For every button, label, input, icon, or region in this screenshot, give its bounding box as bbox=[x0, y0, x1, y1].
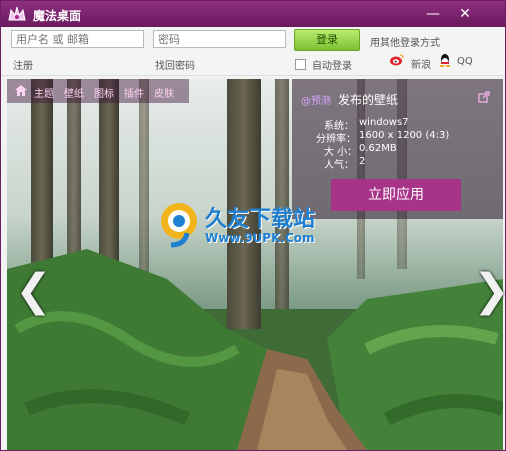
nav-item-icons[interactable]: 图标 bbox=[94, 85, 114, 100]
watermark-logo-icon bbox=[161, 203, 197, 248]
next-arrow-icon[interactable]: ❯ bbox=[473, 269, 506, 313]
home-icon[interactable] bbox=[15, 85, 27, 96]
qq-icon[interactable] bbox=[439, 53, 451, 67]
nav-item-wallpaper[interactable]: 壁纸 bbox=[64, 85, 84, 100]
size-value: 0.62MB bbox=[359, 143, 397, 154]
apply-now-button[interactable]: 立即应用 bbox=[331, 179, 461, 211]
register-link[interactable]: 注册 bbox=[13, 57, 33, 72]
other-login-label: 用其他登录方式 bbox=[370, 38, 440, 49]
forgot-password-link[interactable]: 找回密码 bbox=[155, 57, 195, 72]
share-icon[interactable] bbox=[478, 91, 490, 103]
category-nav: 主题 壁纸 图标 插件 皮肤 bbox=[7, 79, 189, 103]
weibo-label[interactable]: 新浪 bbox=[411, 56, 431, 71]
auto-login-label: 自动登录 bbox=[312, 61, 352, 72]
login-button[interactable]: 登录 bbox=[294, 29, 360, 51]
auto-login-checkbox[interactable] bbox=[295, 59, 306, 70]
prev-arrow-icon[interactable]: ❮ bbox=[15, 269, 52, 313]
nav-item-plugins[interactable]: 插件 bbox=[124, 85, 144, 100]
published-label: 发布的壁纸 bbox=[338, 93, 399, 107]
minimize-button[interactable]: — bbox=[422, 5, 444, 23]
app-window: 魔法桌面 — ✕ 登录 用其他登录方式 注册 找回密码 自动登录 新浪 QQ bbox=[0, 0, 506, 451]
resolution-value: 1600 x 1200 (4:3) bbox=[359, 130, 450, 141]
title-bar[interactable]: 魔法桌面 — ✕ bbox=[1, 1, 505, 27]
close-button[interactable]: ✕ bbox=[454, 5, 476, 23]
window-title: 魔法桌面 bbox=[33, 9, 82, 23]
nav-item-skins[interactable]: 皮肤 bbox=[154, 85, 174, 100]
qq-label[interactable]: QQ bbox=[457, 56, 473, 67]
username-input[interactable] bbox=[11, 30, 144, 48]
watermark-url: Www.9UPK.Com bbox=[205, 231, 315, 245]
popularity-label: 人气： bbox=[324, 160, 354, 171]
system-value: windows7 bbox=[359, 117, 409, 128]
weibo-icon[interactable] bbox=[390, 54, 404, 66]
nav-item-theme[interactable]: 主题 bbox=[34, 85, 54, 100]
author-link[interactable]: @预测 bbox=[301, 92, 331, 107]
password-input[interactable] bbox=[153, 30, 286, 48]
popularity-value: 2 bbox=[359, 156, 366, 167]
app-logo-icon bbox=[8, 6, 26, 21]
watermark: 久友下载站 Www.9UPK.Com bbox=[157, 199, 315, 253]
login-panel: 登录 用其他登录方式 注册 找回密码 自动登录 新浪 QQ bbox=[1, 27, 505, 76]
watermark-text: 久友下载站 bbox=[205, 207, 316, 232]
